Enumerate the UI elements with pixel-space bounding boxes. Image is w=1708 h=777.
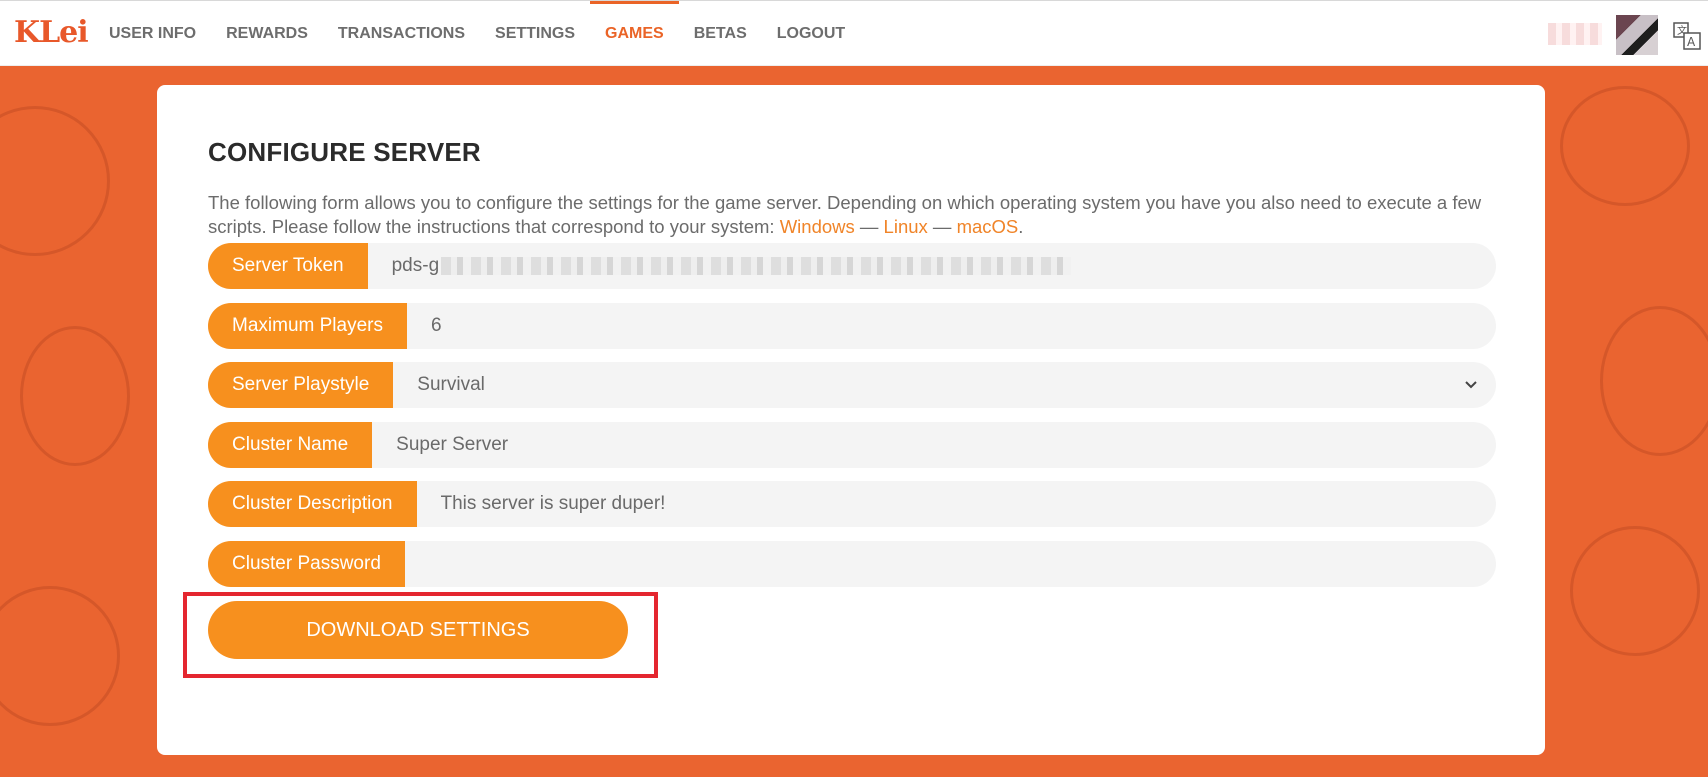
windows-link[interactable]: Windows xyxy=(780,216,855,237)
background-art xyxy=(1570,526,1700,656)
cluster-description-input[interactable] xyxy=(416,481,1496,527)
max-players-field: Maximum Players xyxy=(208,303,1496,349)
server-playstyle-label: Server Playstyle xyxy=(208,362,394,408)
background-art xyxy=(20,326,130,466)
server-token-prefix: pds-g xyxy=(391,255,440,276)
separator: — xyxy=(854,216,884,237)
cluster-password-field: Cluster Password xyxy=(208,541,1496,587)
cluster-name-label: Cluster Name xyxy=(208,422,373,468)
background-art xyxy=(0,106,110,256)
nav-transactions[interactable]: TRANSACTIONS xyxy=(323,1,480,67)
background-art xyxy=(0,586,120,726)
separator: — xyxy=(927,216,957,237)
nav-settings[interactable]: SETTINGS xyxy=(480,1,590,67)
nav-logout[interactable]: LOGOUT xyxy=(762,1,860,67)
klei-logo[interactable]: KLei xyxy=(14,15,89,50)
server-token-label: Server Token xyxy=(208,243,368,289)
server-token-redacted xyxy=(441,256,1072,275)
configure-server-card: CONFIGURE SERVER The following form allo… xyxy=(157,85,1545,755)
background-art xyxy=(1600,306,1708,456)
server-token-field: Server Token pds-g xyxy=(208,243,1496,289)
nav-betas[interactable]: BETAS xyxy=(679,1,762,67)
svg-text:A: A xyxy=(1687,35,1696,49)
server-playstyle-select[interactable]: Survival xyxy=(393,362,1496,408)
translate-icon[interactable]: 文 A xyxy=(1672,21,1702,51)
cluster-description-field: Cluster Description xyxy=(208,481,1496,527)
main-nav: USER INFO REWARDS TRANSACTIONS SETTINGS … xyxy=(94,1,860,67)
period: . xyxy=(1018,216,1024,237)
nav-user-info[interactable]: USER INFO xyxy=(94,1,211,67)
server-playstyle-field: Server Playstyle Survival xyxy=(208,362,1496,408)
instructions-text: The following form allows you to configu… xyxy=(208,191,1508,239)
max-players-label: Maximum Players xyxy=(208,303,407,349)
avatar[interactable] xyxy=(1616,15,1658,55)
illustrated-background: CONFIGURE SERVER The following form allo… xyxy=(0,66,1708,777)
linux-link[interactable]: Linux xyxy=(884,216,928,237)
cluster-password-label: Cluster Password xyxy=(208,541,405,587)
page-title: CONFIGURE SERVER xyxy=(208,137,481,167)
server-token-input[interactable]: pds-g xyxy=(368,243,1496,289)
cluster-password-input[interactable] xyxy=(404,541,1496,587)
chevron-down-icon[interactable] xyxy=(1462,376,1480,394)
cluster-name-input[interactable] xyxy=(372,422,1496,468)
macos-link[interactable]: macOS xyxy=(957,216,1019,237)
nav-games[interactable]: GAMES xyxy=(590,1,679,67)
download-settings-button[interactable]: DOWNLOAD SETTINGS xyxy=(208,601,628,659)
background-art xyxy=(1560,86,1690,206)
cluster-name-field: Cluster Name xyxy=(208,422,1496,468)
top-nav-bar: KLei USER INFO REWARDS TRANSACTIONS SETT… xyxy=(0,0,1708,66)
max-players-input[interactable] xyxy=(406,303,1496,349)
nav-rewards[interactable]: REWARDS xyxy=(211,1,323,67)
user-name-redacted[interactable] xyxy=(1548,23,1602,45)
cluster-description-label: Cluster Description xyxy=(208,481,417,527)
